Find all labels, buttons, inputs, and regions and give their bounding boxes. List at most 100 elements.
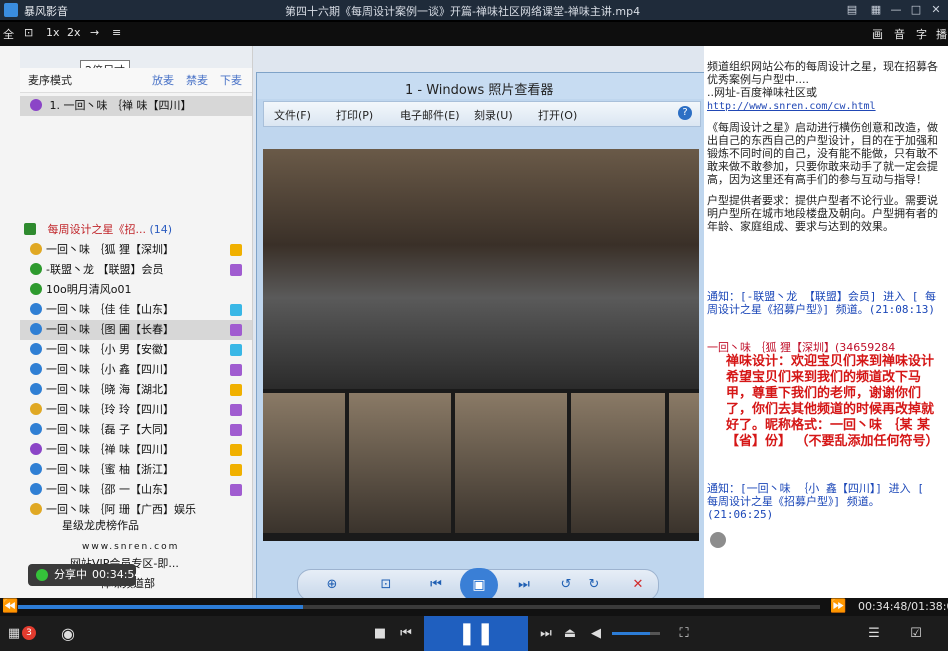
rewind-icon[interactable]: ⏪ bbox=[2, 599, 18, 615]
tab-ban-mic[interactable]: 禁麦 bbox=[186, 72, 208, 88]
message-text: 禅味设计：欢迎宝贝们来到禅味设计 希望宝贝们来到我们的频道改下马甲，尊重下我们的… bbox=[726, 354, 939, 449]
app-menu-button[interactable]: 暴风影音 bbox=[24, 3, 68, 19]
toolbox-icon[interactable]: ▦ bbox=[6, 626, 22, 642]
video-frame[interactable]: 2倍尺寸 麦序模式 放麦 禁麦 下麦 1. 一回丶味 ｛禅 味【四川】 每周设计… bbox=[0, 46, 948, 598]
fullscreen-icon[interactable]: ⛶ bbox=[676, 626, 692, 642]
list-icon[interactable]: ≡ bbox=[112, 26, 121, 39]
stop-icon[interactable]: ■ bbox=[372, 626, 388, 642]
chat-icon[interactable]: ▤ bbox=[844, 2, 860, 18]
vip-icon bbox=[230, 324, 242, 336]
announcement-requirements: 户型提供者要求：提供户型者不论行业。需要说明户型所在城市地段楼盘及朝向。户型拥有… bbox=[707, 194, 938, 233]
list-item[interactable]: 一回丶味 ｛玲 玲【四川】 bbox=[20, 400, 252, 420]
viewer-menu-bar: 文件(F) 打印(P) 电子邮件(E) 刻录(U) 打开(O) ? bbox=[263, 101, 701, 127]
tab-drop-mic[interactable]: 下麦 bbox=[220, 72, 242, 88]
forward-icon[interactable]: ⏩ bbox=[830, 599, 846, 615]
list-item[interactable]: 一回丶味 ｛晓 海【湖北】 bbox=[20, 380, 252, 400]
list-item[interactable]: 一回丶味 ｛蜜 柚【浙江】 bbox=[20, 460, 252, 480]
user-icon bbox=[30, 283, 42, 295]
list-item[interactable]: -联盟丶龙 【联盟】会员 bbox=[20, 260, 252, 280]
slideshow-icon[interactable]: ▣ bbox=[460, 568, 498, 598]
photo-viewer-window: 1 - Windows 照片查看器 文件(F) 打印(P) 电子邮件(E) 刻录… bbox=[256, 72, 706, 598]
list-item-website[interactable]: www.snren.com bbox=[20, 536, 252, 556]
member-name: 一回丶味 ｛佳 佳【山东】 bbox=[46, 303, 174, 316]
user-icon bbox=[30, 423, 42, 435]
size-1x-button[interactable]: 1x bbox=[46, 26, 60, 39]
eye-icon[interactable]: ◉ bbox=[60, 626, 76, 642]
menu-open[interactable]: 打开(O) bbox=[538, 107, 577, 123]
maximize-icon[interactable]: □ bbox=[908, 2, 924, 18]
rotate-right-icon[interactable]: ↻ bbox=[584, 575, 604, 595]
mic-tabs: 麦序模式 放麦 禁麦 下麦 bbox=[20, 68, 252, 93]
size-2x-button[interactable]: 2x bbox=[67, 26, 81, 39]
left-toolbar bbox=[20, 46, 252, 68]
next-icon[interactable]: ⏭ bbox=[538, 626, 554, 642]
crown-icon bbox=[230, 464, 242, 476]
list-item[interactable]: 一回丶味 ｛图 圃【长春】 bbox=[20, 320, 252, 340]
subtitle-button[interactable]: 字 bbox=[916, 26, 927, 42]
zoom-icon[interactable]: ⊕ bbox=[322, 575, 342, 595]
member-name: 一回丶味 ｛晓 海【湖北】 bbox=[46, 383, 174, 396]
host-label: 1. 一回丶味 ｛禅 味【四川】 bbox=[49, 99, 192, 112]
menu-file[interactable]: 文件(F) bbox=[274, 107, 311, 123]
menu-email[interactable]: 电子邮件(E) bbox=[400, 107, 460, 123]
delete-icon[interactable]: ✕ bbox=[628, 575, 648, 595]
list-item[interactable]: 一回丶味 ｛磊 子【大同】 bbox=[20, 420, 252, 440]
progress-fill bbox=[18, 605, 303, 609]
volume-slider[interactable] bbox=[612, 632, 660, 635]
menu-burn[interactable]: 刻录(U) bbox=[474, 107, 513, 123]
volume-icon[interactable]: ◀ bbox=[588, 626, 604, 642]
viewer-image[interactable] bbox=[263, 149, 699, 541]
picture-button[interactable]: 画 bbox=[872, 26, 883, 42]
vip-icon bbox=[230, 424, 242, 436]
eject-icon[interactable]: ⏏ bbox=[562, 626, 578, 642]
play-settings-button[interactable]: 播 bbox=[936, 26, 947, 42]
announcement-body: 《每周设计之星》启动进行横伤创意和改造，做出自己的东西自己的户型设计，目的在于加… bbox=[707, 121, 938, 186]
actual-size-icon[interactable]: ⊡ bbox=[376, 575, 396, 595]
group-header[interactable]: 每周设计之星《招... (14) bbox=[20, 220, 252, 240]
viewer-title-bar: 1 - Windows 照片查看器 bbox=[257, 73, 705, 99]
user-icon bbox=[30, 263, 42, 275]
progress-track[interactable] bbox=[18, 605, 820, 609]
user-icon bbox=[30, 99, 42, 111]
pause-button[interactable]: ❚❚ bbox=[424, 616, 528, 651]
minimize-icon[interactable]: — bbox=[888, 2, 904, 18]
app-logo-icon bbox=[4, 3, 18, 17]
mini-icon[interactable]: ⊡ bbox=[24, 26, 33, 39]
member-name: 一回丶味 ｛小 鑫【四川】 bbox=[46, 363, 174, 376]
share-status[interactable]: 分享中 00:34:54 bbox=[28, 564, 141, 586]
host-row[interactable]: 1. 一回丶味 ｛禅 味【四川】 bbox=[20, 96, 252, 116]
list-item[interactable]: 10o明月清风o01 bbox=[20, 280, 252, 300]
list-item[interactable]: 一回丶味 ｛禅 味【四川】 bbox=[20, 440, 252, 460]
tab-release-mic[interactable]: 放麦 bbox=[152, 72, 174, 88]
next-icon[interactable]: ⏭ bbox=[514, 575, 534, 595]
list-item[interactable]: 一回丶味 ｛邵 一【山东】 bbox=[20, 480, 252, 500]
list-item[interactable]: 一回丶味 ｛狐 狸【深圳】 bbox=[20, 240, 252, 260]
vip-icon bbox=[230, 364, 242, 376]
time-display: 00:34:48/01:38:02 bbox=[858, 600, 948, 613]
rotate-left-icon[interactable]: ↺ bbox=[556, 575, 576, 595]
emoji-icon[interactable] bbox=[710, 532, 726, 548]
tab-mic-mode[interactable]: 麦序模式 bbox=[28, 72, 72, 88]
site-link[interactable]: http://www.snren.com/cw.html bbox=[707, 101, 876, 112]
help-icon[interactable]: ? bbox=[678, 106, 692, 120]
menu-print[interactable]: 打印(P) bbox=[336, 107, 373, 123]
list-item[interactable]: 一回丶味 ｛佳 佳【山东】 bbox=[20, 300, 252, 320]
list-item[interactable]: 一回丶味 ｛小 鑫【四川】 bbox=[20, 360, 252, 380]
list-item-ranking[interactable]: 星级龙虎榜作品 bbox=[20, 516, 252, 536]
playlist-icon[interactable]: ☰ bbox=[866, 626, 882, 642]
previous-icon[interactable]: ⏮ bbox=[398, 626, 414, 642]
join-notice: 通知：[一回丶味 ｛小 鑫【四川】] 进入 [ 每周设计之星《招募户型》] 频道… bbox=[707, 482, 924, 521]
arrow-icon[interactable]: → bbox=[90, 26, 99, 39]
thumbnail-image bbox=[263, 393, 345, 533]
chat-panel: 频道组织网站公布的每周设计之星，现在招募各优秀案例与户型中.... ..网址-百… bbox=[704, 46, 948, 598]
check-icon[interactable]: ☑ bbox=[908, 626, 924, 642]
member-name: 一回丶味 ｛邵 一【山东】 bbox=[46, 483, 174, 496]
close-icon[interactable]: ✕ bbox=[928, 2, 944, 18]
seek-bar[interactable]: ⏪ ⏩ 00:34:48/01:38:02 bbox=[0, 598, 948, 616]
skin-icon[interactable]: ▦ bbox=[868, 2, 884, 18]
control-bar: ▦ 3 ◉ ■ ⏮ ❚❚ ⏭ ⏏ ◀ ⛶ ☰ ☑ bbox=[0, 616, 948, 651]
fullscreen-button[interactable]: 全 bbox=[3, 26, 14, 42]
previous-icon[interactable]: ⏮ bbox=[426, 575, 446, 595]
audio-button[interactable]: 音 bbox=[894, 26, 905, 42]
list-item[interactable]: 一回丶味 ｛小 男【安徽】 bbox=[20, 340, 252, 360]
